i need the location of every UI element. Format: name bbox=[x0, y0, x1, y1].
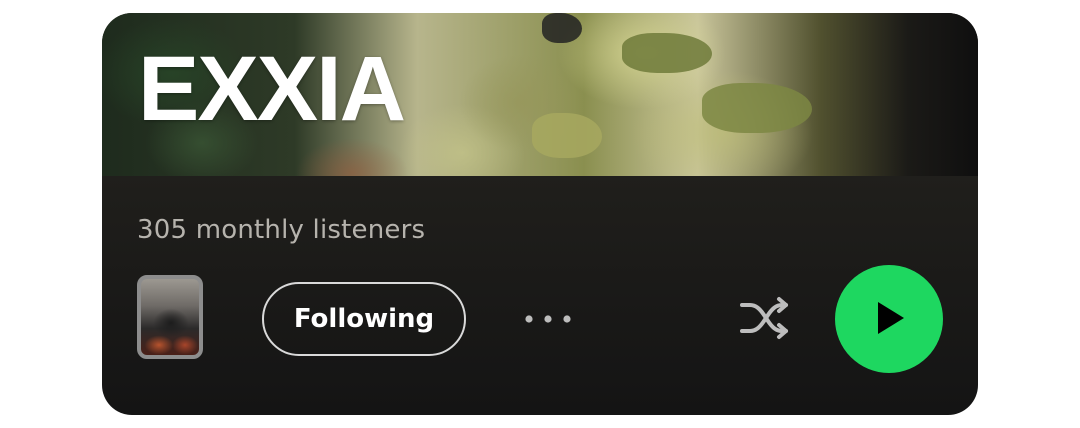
more-options-button[interactable] bbox=[518, 295, 578, 345]
banner-pattern-shape bbox=[542, 13, 582, 43]
artist-banner-image: EXXIA bbox=[102, 13, 978, 176]
following-button-label: Following bbox=[293, 304, 435, 334]
artist-card: EXXIA 305 monthly listeners Following bbox=[102, 13, 978, 415]
banner-pattern-shape bbox=[532, 113, 602, 158]
shuffle-button[interactable] bbox=[732, 293, 796, 347]
monthly-listeners: 305 monthly listeners bbox=[137, 215, 426, 245]
shuffle-icon bbox=[736, 295, 792, 346]
artist-name: EXXIA bbox=[138, 38, 406, 140]
banner-pattern-shape bbox=[622, 33, 712, 73]
play-button[interactable] bbox=[835, 265, 943, 373]
more-horizontal-icon bbox=[523, 313, 573, 328]
following-button[interactable]: Following bbox=[262, 282, 466, 356]
banner-pattern-shape bbox=[702, 83, 812, 133]
artist-controls-bar: Following bbox=[102, 265, 978, 377]
artist-thumbnail[interactable] bbox=[137, 275, 203, 359]
play-icon bbox=[869, 298, 909, 341]
